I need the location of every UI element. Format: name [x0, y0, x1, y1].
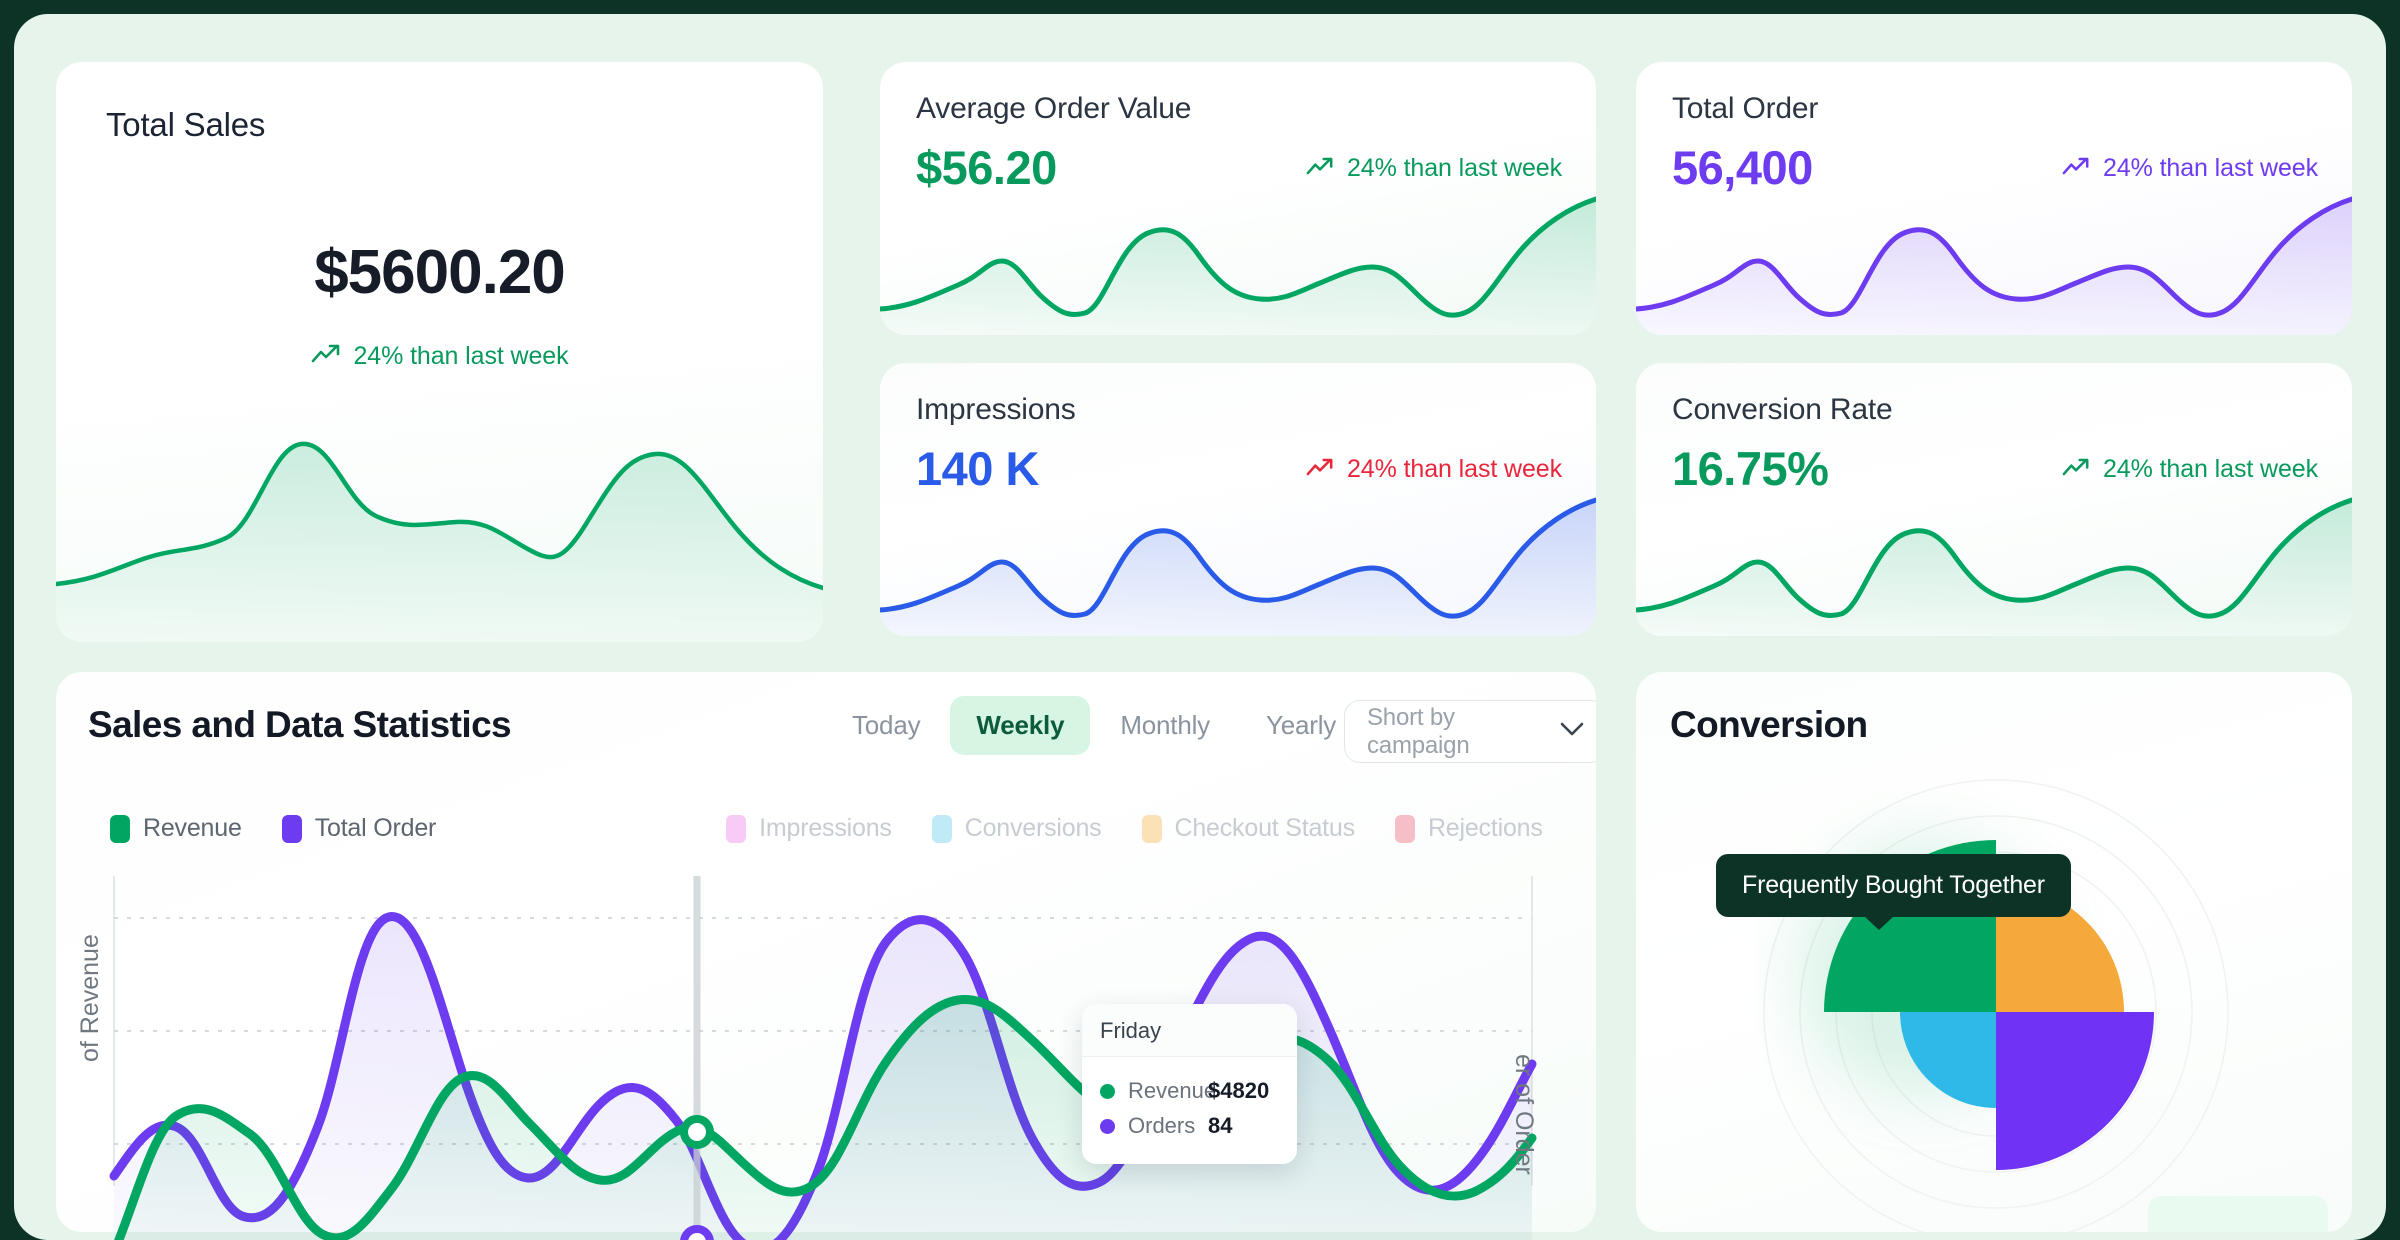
trending-up-icon — [2062, 156, 2090, 182]
legend-swatch-impressions — [726, 814, 747, 843]
tooltip-row-revenue: Revenue $4820 — [1100, 1078, 1279, 1104]
conversion-polar-chart[interactable] — [1756, 772, 2236, 1232]
average-order-value-delta-text: 24% than last week — [1347, 154, 1562, 182]
legend-label-impressions: Impressions — [759, 814, 892, 842]
chevron-down-icon — [1559, 721, 1585, 742]
tab-monthly[interactable]: Monthly — [1094, 696, 1236, 755]
y-axis-label-right: er of Order — [1510, 1054, 1538, 1175]
legend-swatch-total-order — [281, 814, 302, 843]
tooltip-orders-value: 84 — [1208, 1113, 1233, 1138]
sales-statistics-plot[interactable] — [56, 876, 1596, 1240]
dashboard-viewport: Total Sales $5600.20 24% than last week — [14, 14, 2386, 1240]
plot-svg — [109, 876, 1537, 1240]
tooltip-revenue-value: $4820 — [1208, 1078, 1270, 1103]
tooltip-orders-name: Orders — [1128, 1113, 1196, 1138]
marker-orders — [680, 1225, 714, 1240]
polar-svg — [1763, 779, 2229, 1232]
revenue-dot-icon — [1100, 1083, 1115, 1099]
total-order-sparkline — [1636, 196, 2352, 335]
tab-today[interactable]: Today — [826, 696, 946, 755]
conversion-rate-card: Conversion Rate 16.75% 24% than last wee… — [1636, 363, 2352, 636]
sort-by-campaign-label: Short by campaign — [1367, 703, 1470, 759]
legend-swatch-revenue — [110, 814, 130, 843]
sort-by-campaign-dropdown[interactable]: Short by campaign — [1344, 700, 1596, 763]
conversion-title: Conversion — [1670, 704, 1868, 745]
average-order-value-card: Average Order Value $56.20 24% than last… — [880, 62, 1596, 335]
sales-statistics-title: Sales and Data Statistics — [88, 704, 512, 745]
total-order-card: Total Order 56,400 24% than last week — [1636, 62, 2352, 335]
average-order-value-title: Average Order Value — [916, 92, 1192, 125]
average-order-value-sparkline — [880, 196, 1596, 335]
total-sales-value: $5600.20 — [314, 238, 566, 307]
legend-label-revenue: Revenue — [143, 814, 242, 842]
legend-item-conversions[interactable]: Conversions — [931, 814, 1102, 843]
legend-item-checkout-status[interactable]: Checkout Status — [1141, 814, 1356, 843]
tooltip-row-orders: Orders 84 — [1100, 1113, 1279, 1139]
trending-up-icon — [1306, 156, 1334, 182]
y-axis-label-left: of Revenue — [76, 934, 104, 1062]
trending-up-icon — [2062, 457, 2090, 483]
conversion-rate-delta: 24% than last week — [2062, 455, 2318, 484]
legend-swatch-conversions — [931, 814, 952, 843]
impressions-card: Impressions 140 K 24% than last week — [880, 363, 1596, 636]
legend-label-rejections: Rejections — [1427, 814, 1543, 842]
legend-label-conversions: Conversions — [964, 814, 1102, 842]
average-order-value-delta: 24% than last week — [1306, 154, 1562, 183]
tab-weekly[interactable]: Weekly — [950, 696, 1091, 755]
trending-up-icon — [1306, 457, 1334, 483]
total-order-delta: 24% than last week — [2062, 154, 2318, 183]
conversion-card: Conversion — [1636, 672, 2352, 1232]
total-order-delta-text: 24% than last week — [2103, 154, 2318, 182]
marker-revenue — [680, 1115, 714, 1149]
conversion-rate-title: Conversion Rate — [1672, 393, 1893, 426]
impressions-title: Impressions — [916, 393, 1076, 426]
legend-swatch-rejections — [1394, 814, 1415, 843]
period-tabs: Today Weekly Monthly Yearly — [826, 696, 1362, 755]
impressions-sparkline — [880, 497, 1596, 636]
conversion-footer-chip[interactable] — [2148, 1196, 2328, 1232]
legend-swatch-checkout-status — [1141, 814, 1162, 843]
legend-item-impressions[interactable]: Impressions — [726, 814, 892, 843]
legend-item-total-order[interactable]: Total Order — [281, 814, 437, 843]
total-order-title: Total Order — [1672, 92, 1819, 125]
total-sales-card: Total Sales $5600.20 24% than last week — [56, 62, 823, 642]
total-sales-title: Total Sales — [106, 106, 266, 143]
impressions-delta: 24% than last week — [1306, 455, 1562, 484]
total-sales-sparkline — [56, 441, 823, 642]
chart-tooltip: Friday Revenue $4820 Orders 84 — [1082, 1004, 1297, 1164]
impressions-delta-text: 24% than last week — [1347, 455, 1562, 483]
conversion-rate-delta-text: 24% than last week — [2103, 455, 2318, 483]
tooltip-revenue-name: Revenue — [1128, 1078, 1217, 1103]
conversion-rate-sparkline — [1636, 497, 2352, 636]
legend-label-total-order: Total Order — [314, 814, 437, 842]
conversion-tooltip: Frequently Bought Together — [1716, 854, 2071, 930]
legend-item-rejections[interactable]: Rejections — [1394, 814, 1543, 843]
legend-label-checkout-status: Checkout Status — [1174, 814, 1356, 842]
orders-dot-icon — [1100, 1118, 1115, 1134]
legend-item-revenue[interactable]: Revenue — [110, 814, 242, 843]
slice-total-order — [1996, 1012, 2154, 1170]
device-frame: Total Sales $5600.20 24% than last week — [0, 0, 2400, 1240]
chart-tooltip-rows: Revenue $4820 Orders 84 — [1082, 1057, 1297, 1164]
chart-tooltip-title: Friday — [1082, 1004, 1297, 1057]
chart-legend: Revenue Total Order Impressions Conversi… — [110, 814, 1543, 843]
